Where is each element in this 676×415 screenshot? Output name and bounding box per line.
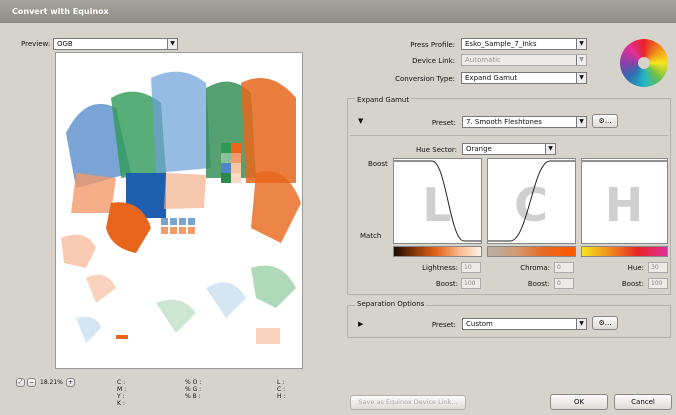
- graph-letter: C: [514, 178, 548, 232]
- press-profile-value: Esko_Sample_7_Inks: [465, 40, 537, 48]
- readout-label: M :: [117, 386, 127, 393]
- boost-axis-label: Boost: [368, 160, 388, 168]
- ok-button[interactable]: OK: [550, 394, 608, 410]
- separation-preset-label: Preset:: [431, 321, 456, 329]
- readout-label: % G :: [185, 386, 202, 393]
- chroma-label: Chroma:: [520, 264, 550, 272]
- chroma-input[interactable]: 0: [554, 262, 574, 273]
- device-link-value: Automatic: [465, 56, 501, 64]
- readout-label: C :: [277, 386, 286, 393]
- lightness-gradient: [393, 246, 482, 257]
- chevron-down-icon: ▼: [576, 55, 586, 65]
- conversion-type-dropdown[interactable]: Expand Gamut ▼: [461, 72, 587, 84]
- chroma-gradient: [487, 246, 576, 257]
- conversion-type-value: Expand Gamut: [465, 74, 518, 82]
- readout-label: Y :: [117, 393, 125, 400]
- hue-graph[interactable]: H: [581, 158, 668, 244]
- chevron-down-icon: ▼: [576, 73, 586, 83]
- press-profile-label: Press Profile:: [410, 41, 455, 49]
- chroma-graph[interactable]: C: [487, 158, 576, 244]
- preview-label: Preview:: [21, 40, 51, 48]
- readout-label: H :: [277, 393, 286, 400]
- preview-dropdown[interactable]: OGB ▼: [53, 38, 178, 50]
- lightness-label: Lightness:: [422, 264, 458, 272]
- press-profile-dropdown[interactable]: Esko_Sample_7_Inks ▼: [461, 38, 587, 50]
- divider: [350, 135, 668, 136]
- conversion-type-label: Conversion Type:: [395, 75, 455, 83]
- chevron-down-icon: ▼: [576, 39, 586, 49]
- save-device-link-button[interactable]: Save as Equinox Device Link...: [350, 395, 466, 410]
- hue-sector-label: Hue Sector:: [416, 146, 457, 154]
- chevron-down-icon: ▼: [545, 144, 555, 154]
- expand-gamut-title: Expand Gamut: [355, 96, 412, 104]
- collapse-triangle-icon[interactable]: ▼: [358, 117, 363, 125]
- hue-curve: H: [582, 160, 667, 232]
- hue-gradient: [581, 246, 668, 257]
- chroma-boost-label: Boost:: [527, 280, 550, 288]
- cmyk-readout: C : M : Y : K :: [117, 379, 126, 407]
- lch-readout: L : C : H :: [277, 379, 285, 400]
- zoom-out-button[interactable]: −: [27, 378, 36, 387]
- readout-label: K :: [117, 400, 125, 407]
- readout-label: % O :: [185, 379, 202, 386]
- zoom-in-button[interactable]: +: [66, 378, 75, 387]
- chevron-down-icon: ▼: [167, 39, 177, 49]
- separation-options-button[interactable]: ⚙...: [592, 316, 618, 330]
- lightness-curve: L: [394, 160, 481, 242]
- match-axis-label: Match: [360, 232, 382, 240]
- hue-input[interactable]: 30: [648, 262, 668, 273]
- hue-label: Hue:: [627, 264, 644, 272]
- window-title: Convert with Equinox: [12, 7, 109, 16]
- graph-letter: H: [605, 178, 644, 232]
- graph-letter: L: [422, 178, 451, 232]
- preview-image: [55, 52, 303, 369]
- device-link-label: Device Link:: [412, 57, 455, 65]
- zoom-fit-button[interactable]: ⤢: [16, 378, 25, 387]
- preset-value: 7. Smooth Fleshtones: [466, 118, 542, 126]
- hue-boost-label: Boost:: [621, 280, 644, 288]
- expand-gamut-preset-dropdown[interactable]: 7. Smooth Fleshtones ▼: [462, 116, 587, 128]
- readout-label: L :: [277, 379, 285, 386]
- chevron-down-icon: ▼: [576, 117, 586, 127]
- lightness-boost-input[interactable]: 100: [461, 278, 481, 289]
- separation-preset-dropdown[interactable]: Custom ▼: [462, 318, 587, 330]
- expand-triangle-icon[interactable]: ▶: [358, 320, 363, 328]
- hue-sector-dropdown[interactable]: Orange ▼: [462, 143, 556, 155]
- chevron-down-icon: ▼: [576, 319, 586, 329]
- hue-boost-input[interactable]: 100: [648, 278, 668, 289]
- cancel-button[interactable]: Cancel: [614, 394, 672, 410]
- preview-artwork: [56, 53, 302, 368]
- preview-dropdown-value: OGB: [57, 40, 73, 48]
- separation-options-title: Separation Options: [355, 300, 427, 308]
- separation-preset-value: Custom: [466, 320, 493, 328]
- chroma-curve: C: [488, 160, 575, 242]
- expand-gamut-options-button[interactable]: ⚙...: [592, 114, 618, 128]
- chroma-boost-input[interactable]: 0: [554, 278, 574, 289]
- readout-label: C :: [117, 379, 126, 386]
- readout-label: % B :: [185, 393, 201, 400]
- title-bar: Convert with Equinox: [0, 0, 676, 23]
- lightness-boost-label: Boost:: [435, 280, 458, 288]
- hue-sector-value: Orange: [466, 145, 492, 153]
- device-link-dropdown[interactable]: Automatic ▼: [461, 54, 587, 66]
- zoom-value: 18.21%: [40, 379, 63, 386]
- color-wheel-icon: [620, 39, 668, 87]
- ogb-readout: % O : % G : % B :: [185, 379, 201, 400]
- preset-label: Preset:: [431, 119, 456, 127]
- lightness-graph[interactable]: L: [393, 158, 482, 244]
- lightness-input[interactable]: 10: [461, 262, 481, 273]
